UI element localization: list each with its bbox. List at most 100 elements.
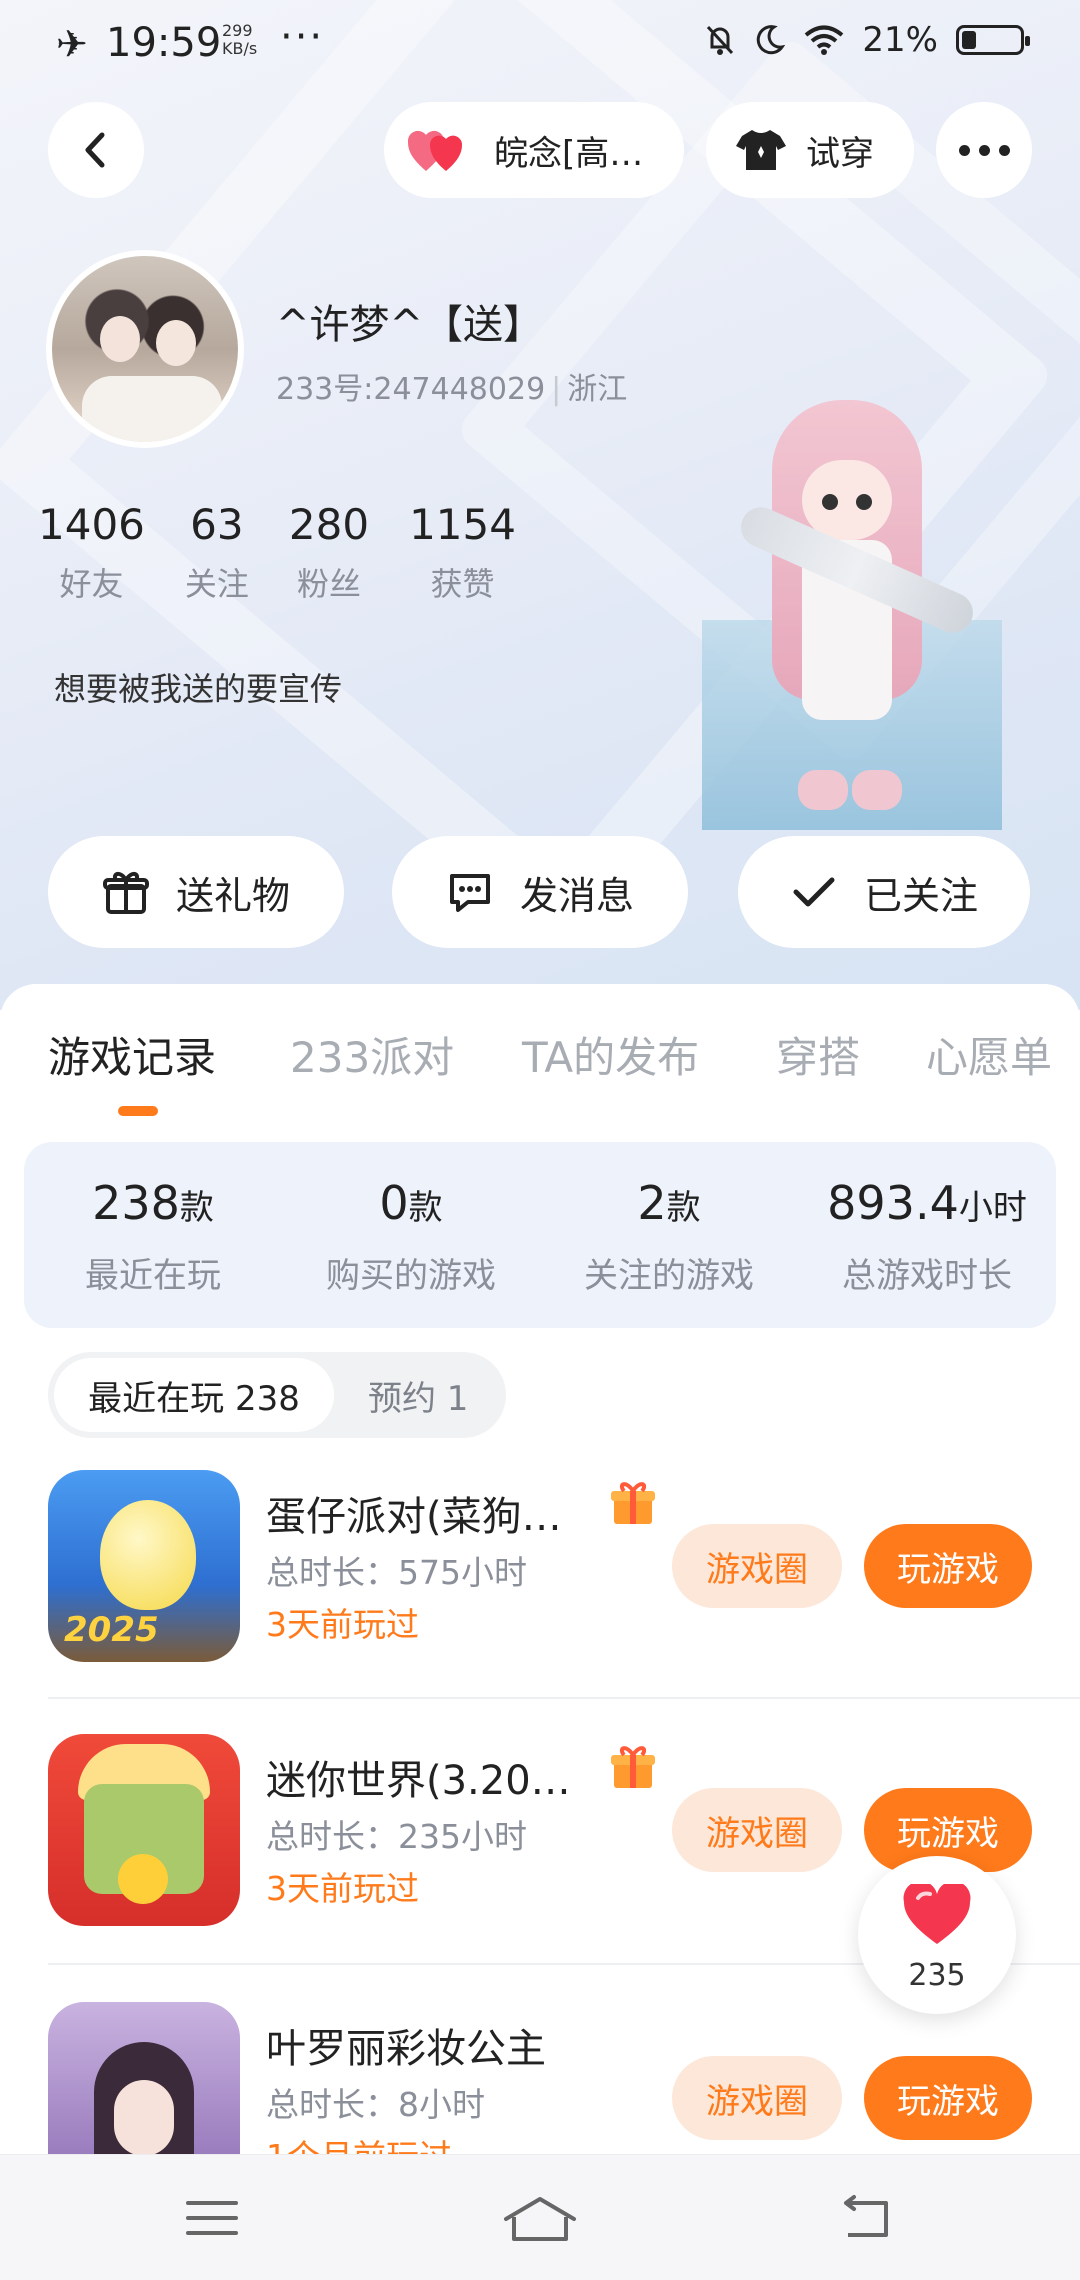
stat-label: 粉丝 bbox=[296, 565, 361, 603]
more-notifications-icon: ··· bbox=[280, 14, 325, 60]
intimate-friend-label: 皖念[高… bbox=[494, 133, 644, 174]
battery-percent: 21% bbox=[862, 20, 938, 60]
figure-shoe bbox=[798, 770, 848, 810]
summary-followed-games[interactable]: 2款 关注的游戏 bbox=[540, 1142, 798, 1328]
game-icon-mini-world[interactable] bbox=[48, 1734, 240, 1926]
divider bbox=[48, 1697, 1080, 1699]
summary-value: 893.4小时 bbox=[798, 1176, 1056, 1230]
egg-character bbox=[100, 1500, 196, 1610]
summary-label: 购买的游戏 bbox=[326, 1256, 496, 1296]
game-list-filter: 最近在玩 238 预约 1 bbox=[48, 1352, 506, 1438]
profile-id: 233号:247448029 bbox=[276, 372, 546, 407]
coin bbox=[118, 1854, 168, 1904]
chevron-left-icon bbox=[85, 132, 105, 168]
summary-label: 总游戏时长 bbox=[842, 1256, 1012, 1296]
gift-icon bbox=[102, 872, 149, 914]
filter-recent-playing[interactable]: 最近在玩 238 bbox=[54, 1358, 334, 1432]
followed-button[interactable]: 已关注 bbox=[738, 836, 1030, 948]
status-bar: ✈ 19:59 299 KB/s ··· 21% bbox=[0, 0, 1080, 90]
heart-icon bbox=[903, 1884, 971, 1944]
profile-bio: 想要被我送的要宣传 bbox=[54, 670, 343, 708]
figure-shoe bbox=[852, 770, 902, 810]
summary-value: 2款 bbox=[540, 1176, 798, 1230]
like-floating-button[interactable]: 235 bbox=[858, 1856, 1016, 2014]
tab-outfits[interactable]: 穿搭 bbox=[776, 1024, 860, 1085]
figure-face bbox=[802, 460, 892, 540]
stat-following[interactable]: 63 关注 bbox=[185, 500, 249, 605]
send-message-button[interactable]: 发消息 bbox=[392, 836, 688, 948]
double-heart-icon bbox=[408, 130, 463, 171]
more-options-button[interactable] bbox=[936, 102, 1032, 198]
home-icon[interactable] bbox=[500, 2193, 580, 2243]
stat-fans[interactable]: 280 粉丝 bbox=[289, 500, 369, 605]
summary-value: 238款 bbox=[24, 1176, 282, 1230]
summary-unit: 小时 bbox=[958, 1188, 1027, 1228]
stat-likes[interactable]: 1154 获赞 bbox=[409, 500, 516, 605]
year-logo: 2025 bbox=[64, 1610, 159, 1650]
profile-tabs: 游戏记录 233派对 TA的发布 穿搭 心愿单 bbox=[0, 1024, 1080, 1104]
summary-unit: 款 bbox=[408, 1188, 443, 1228]
checkmark-icon bbox=[793, 877, 835, 907]
avatar-character-figure[interactable] bbox=[702, 390, 1002, 830]
dot bbox=[978, 144, 990, 156]
stat-label: 获赞 bbox=[430, 565, 495, 603]
send-gift-button[interactable]: 送礼物 bbox=[48, 836, 344, 948]
network-speed-value: 299 bbox=[222, 21, 253, 40]
tab-game-records[interactable]: 游戏记录 bbox=[48, 1024, 216, 1085]
summary-number: 893.4 bbox=[827, 1176, 959, 1230]
summary-value: 0款 bbox=[282, 1176, 540, 1230]
summary-unit: 款 bbox=[666, 1188, 701, 1228]
game-last-played: 3天前玩过 bbox=[266, 1869, 419, 1908]
status-icons: 21% bbox=[704, 20, 1030, 60]
profile-name: ^许梦^【送】 bbox=[276, 302, 544, 348]
game-list-item[interactable]: 2025 蛋仔派对(菜狗… 总时长：575小时 3天前玩过 游戏圈 玩游戏 bbox=[48, 1470, 1032, 1666]
back-nav-icon[interactable] bbox=[836, 2193, 896, 2243]
menu-icon[interactable] bbox=[182, 2193, 242, 2243]
summary-label: 关注的游戏 bbox=[584, 1256, 754, 1296]
game-title: 叶罗丽彩妆公主 bbox=[266, 2026, 546, 2072]
intimate-friend-button[interactable]: 皖念[高… bbox=[384, 102, 684, 198]
mute-bell-icon bbox=[707, 25, 734, 55]
separator: | bbox=[551, 372, 562, 407]
summary-number: 2 bbox=[637, 1176, 667, 1230]
princess-face bbox=[114, 2080, 174, 2156]
play-game-button[interactable]: 玩游戏 bbox=[864, 2056, 1032, 2140]
battery-icon bbox=[956, 25, 1030, 55]
game-duration: 总时长：8小时 bbox=[266, 2085, 485, 2124]
filter-reservations[interactable]: 预约 1 bbox=[368, 1358, 468, 1432]
game-circle-button[interactable]: 游戏圈 bbox=[672, 1524, 842, 1608]
summary-total-time[interactable]: 893.4小时 总游戏时长 bbox=[798, 1142, 1056, 1328]
tab-posts[interactable]: TA的发布 bbox=[522, 1024, 699, 1085]
avatar-clothing bbox=[82, 376, 222, 442]
summary-recent[interactable]: 238款 最近在玩 bbox=[24, 1142, 282, 1328]
game-circle-button[interactable]: 游戏圈 bbox=[672, 1788, 842, 1872]
try-on-button[interactable]: 试穿 bbox=[706, 102, 914, 198]
stat-value: 63 bbox=[190, 500, 244, 549]
summary-purchased[interactable]: 0款 购买的游戏 bbox=[282, 1142, 540, 1328]
wifi-icon bbox=[805, 25, 844, 55]
followed-label: 已关注 bbox=[863, 873, 978, 918]
profile-region: 浙江 bbox=[567, 372, 628, 407]
summary-unit: 款 bbox=[179, 1188, 214, 1228]
summary-number: 238 bbox=[92, 1176, 180, 1230]
tab-wishlist[interactable]: 心愿单 bbox=[926, 1024, 1052, 1085]
play-game-button[interactable]: 玩游戏 bbox=[864, 1524, 1032, 1608]
send-message-label: 发消息 bbox=[519, 873, 634, 918]
stat-friends[interactable]: 1406 好友 bbox=[38, 500, 145, 605]
game-duration: 总时长：575小时 bbox=[266, 1553, 527, 1592]
avatar[interactable] bbox=[46, 250, 244, 448]
active-tab-indicator bbox=[118, 1106, 158, 1116]
like-count: 235 bbox=[908, 1958, 966, 1993]
avatar-face-right bbox=[156, 320, 196, 366]
stat-value: 1154 bbox=[409, 500, 516, 549]
stat-label: 好友 bbox=[59, 565, 124, 603]
game-circle-button[interactable]: 游戏圈 bbox=[672, 2056, 842, 2140]
tab-233-party[interactable]: 233派对 bbox=[290, 1024, 454, 1085]
airplane-mode-icon: ✈ bbox=[56, 22, 88, 66]
network-speed: 299 KB/s bbox=[222, 22, 257, 58]
chat-bubble-icon bbox=[449, 874, 490, 912]
game-icon-eggy-party[interactable]: 2025 bbox=[48, 1470, 240, 1662]
gift-badge-icon bbox=[611, 1746, 655, 1788]
back-button[interactable] bbox=[48, 102, 144, 198]
summary-number: 0 bbox=[379, 1176, 409, 1230]
